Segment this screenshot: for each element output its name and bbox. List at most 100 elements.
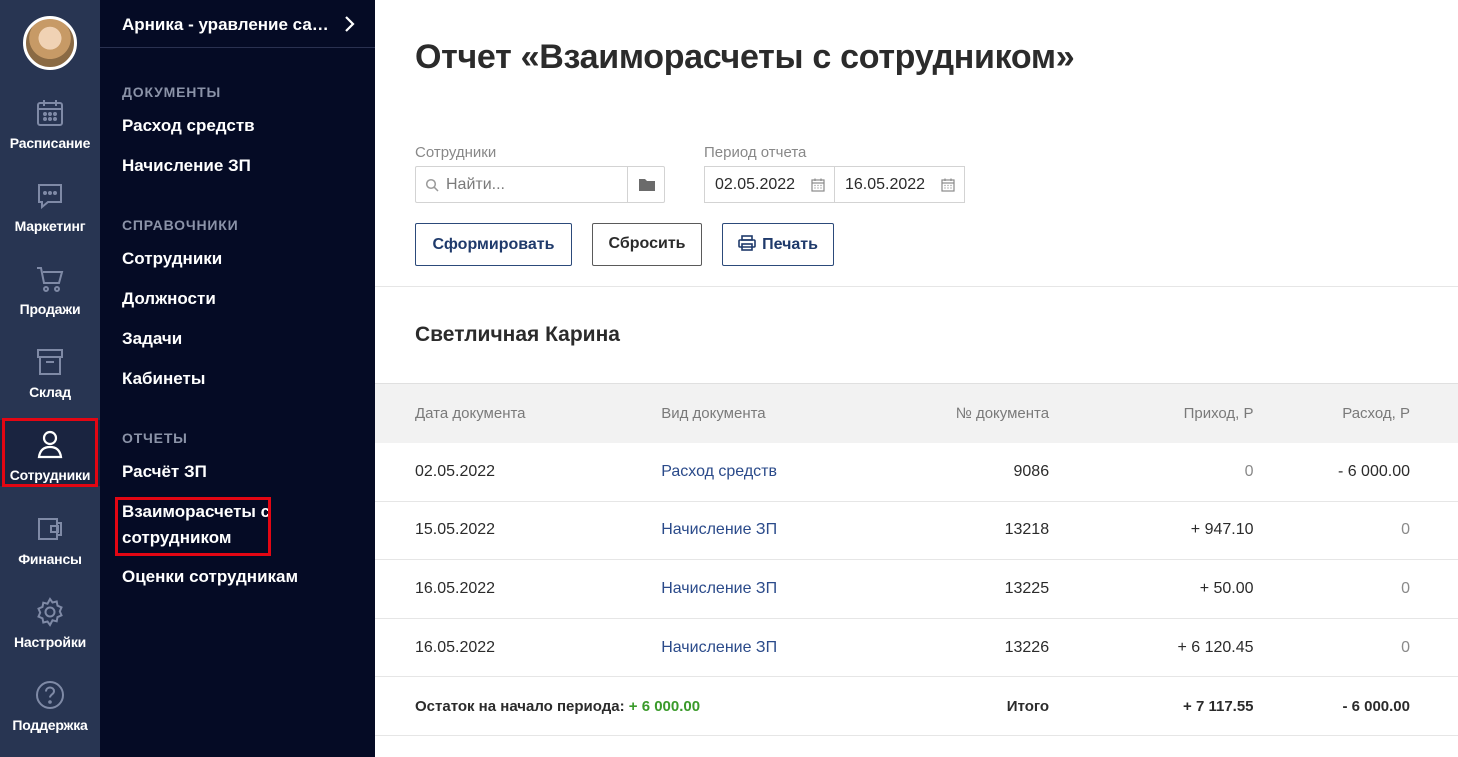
- employees-filter-label: Сотрудники: [415, 144, 497, 161]
- calendar-icon: [34, 97, 66, 129]
- rail-item-warehouse[interactable]: Склад: [0, 346, 100, 426]
- total-expense: - 6 000.00: [1253, 676, 1458, 736]
- search-icon: [425, 178, 439, 192]
- menu-section-documents: ДОКУМЕНТЫ: [122, 84, 222, 100]
- column-header-expense[interactable]: Расход, Р: [1253, 383, 1458, 443]
- chat-icon: [34, 180, 66, 212]
- reset-button[interactable]: Сбросить: [592, 223, 702, 266]
- opening-balance: Остаток на начало периода: + 6 000.00: [375, 676, 871, 736]
- table-row: 16.05.2022 Начисление ЗП 13225 + 50.00 0: [375, 559, 1458, 619]
- employee-search-input[interactable]: [446, 173, 616, 197]
- section-divider: [375, 286, 1458, 287]
- menu-link-rooms[interactable]: Кабинеты: [122, 366, 362, 392]
- date-to-field[interactable]: 16.05.2022: [834, 166, 965, 203]
- row-expense: 0: [1253, 501, 1458, 561]
- menu-link-payroll-calc[interactable]: Расчёт ЗП: [122, 459, 362, 485]
- table-header-row: Дата документа Вид документа № документа…: [375, 383, 1458, 443]
- rail-label-schedule: Расписание: [9, 135, 91, 151]
- calendar-icon[interactable]: [811, 178, 825, 192]
- menu-link-expense[interactable]: Расход средств: [122, 113, 362, 139]
- row-document-link[interactable]: Начисление ЗП: [661, 618, 871, 678]
- rail-item-settings[interactable]: Настройки: [0, 596, 100, 676]
- menu-section-reports: ОТЧЕТЫ: [122, 430, 188, 446]
- table-row: 02.05.2022 Расход средств 9086 0 - 6 000…: [375, 442, 1458, 502]
- row-income: + 947.10: [1049, 501, 1254, 561]
- row-date: 15.05.2022: [375, 501, 662, 561]
- column-header-type[interactable]: Вид документа: [661, 383, 871, 443]
- generate-report-button[interactable]: Сформировать: [415, 223, 572, 266]
- row-income: + 6 120.45: [1049, 618, 1254, 678]
- date-from-field[interactable]: 02.05.2022: [704, 166, 835, 203]
- main-content: Отчет «Взаиморасчеты с сотрудником» Сотр…: [375, 0, 1458, 757]
- menu-title: Арника - уравление салоном: [122, 15, 332, 34]
- page-title: Отчет «Взаиморасчеты с сотрудником»: [415, 38, 1075, 76]
- box-icon: [34, 346, 66, 378]
- row-income: 0: [1049, 442, 1254, 502]
- table-row: 16.05.2022 Начисление ЗП 13226 + 6 120.4…: [375, 618, 1458, 678]
- rail-label-marketing: Маркетинг: [14, 218, 86, 234]
- user-avatar[interactable]: [23, 16, 77, 70]
- row-number: 13226: [870, 618, 1050, 678]
- opening-balance-value: + 6 000.00: [628, 697, 701, 715]
- rail-item-finance[interactable]: Финансы: [0, 513, 100, 593]
- opening-balance-label: Остаток на начало периода:: [415, 697, 625, 715]
- row-expense: 0: [1253, 618, 1458, 678]
- rail-label-settings: Настройки: [13, 634, 87, 650]
- rail-item-schedule[interactable]: Расписание: [0, 97, 100, 177]
- highlight-frame-employees: [2, 418, 98, 487]
- print-button-label: Печать: [762, 236, 818, 253]
- table-row: 15.05.2022 Начисление ЗП 13218 + 947.10 …: [375, 501, 1458, 561]
- employee-search-field: [415, 166, 665, 203]
- row-income: + 50.00: [1049, 559, 1254, 619]
- period-filter-label: Период отчета: [704, 144, 807, 161]
- row-document-link[interactable]: Начисление ЗП: [661, 559, 871, 619]
- row-number: 13225: [870, 559, 1050, 619]
- menu-link-employees[interactable]: Сотрудники: [122, 246, 362, 272]
- rail-item-marketing[interactable]: Маркетинг: [0, 180, 100, 260]
- printer-icon: [738, 226, 756, 251]
- employee-name-heading: Светличная Карина: [415, 323, 620, 346]
- calendar-icon[interactable]: [941, 178, 955, 192]
- row-number: 9086: [870, 442, 1050, 502]
- settlements-table: Дата документа Вид документа № документа…: [375, 383, 1458, 736]
- row-date: 02.05.2022: [375, 442, 662, 502]
- print-button[interactable]: Печать: [722, 223, 834, 266]
- rail-label-warehouse: Склад: [29, 384, 71, 400]
- column-header-date[interactable]: Дата документа: [375, 383, 662, 443]
- row-expense: 0: [1253, 559, 1458, 619]
- menu-link-tasks[interactable]: Задачи: [122, 326, 362, 352]
- icon-rail: Расписание Маркетинг Продажи Склад Сотру…: [0, 0, 100, 757]
- gear-icon: [34, 596, 66, 628]
- menu-link-positions[interactable]: Должности: [122, 286, 362, 312]
- folder-icon: [639, 179, 655, 191]
- row-date: 16.05.2022: [375, 559, 662, 619]
- menu-link-employee-ratings[interactable]: Оценки сотрудникам: [122, 564, 362, 590]
- cart-icon: [34, 263, 66, 295]
- employee-picker-button[interactable]: [627, 167, 665, 202]
- menu-link-payroll-accrual[interactable]: Начисление ЗП: [122, 153, 362, 179]
- total-income: + 7 117.55: [1049, 676, 1254, 736]
- rail-item-support[interactable]: Поддержка: [0, 679, 100, 757]
- row-number: 13218: [870, 501, 1050, 561]
- rail-label-support: Поддержка: [12, 717, 88, 733]
- column-header-number[interactable]: № документа: [870, 383, 1050, 443]
- wallet-icon: [34, 513, 66, 545]
- menu-section-references: СПРАВОЧНИКИ: [122, 217, 239, 233]
- row-document-link[interactable]: Начисление ЗП: [661, 501, 871, 561]
- rail-label-sales: Продажи: [19, 301, 81, 317]
- help-icon: [34, 679, 66, 711]
- chevron-right-icon: [343, 14, 355, 34]
- rail-label-finance: Финансы: [18, 551, 82, 567]
- row-document-link[interactable]: Расход средств: [661, 442, 871, 502]
- menu-header[interactable]: Арника - уравление салоном: [100, 0, 375, 48]
- column-header-income[interactable]: Приход, Р: [1049, 383, 1254, 443]
- section-menu: Арника - уравление салоном ДОКУМЕНТЫ Рас…: [100, 0, 375, 757]
- row-date: 16.05.2022: [375, 618, 662, 678]
- table-total-row: Остаток на начало периода: + 6 000.00 Ит…: [375, 676, 1458, 736]
- total-label: Итого: [870, 676, 1050, 736]
- rail-item-sales[interactable]: Продажи: [0, 263, 100, 343]
- highlight-frame-settlements: [115, 497, 271, 556]
- date-from-value: 02.05.2022: [715, 176, 796, 193]
- row-expense: - 6 000.00: [1253, 442, 1458, 502]
- date-to-value: 16.05.2022: [845, 176, 926, 193]
